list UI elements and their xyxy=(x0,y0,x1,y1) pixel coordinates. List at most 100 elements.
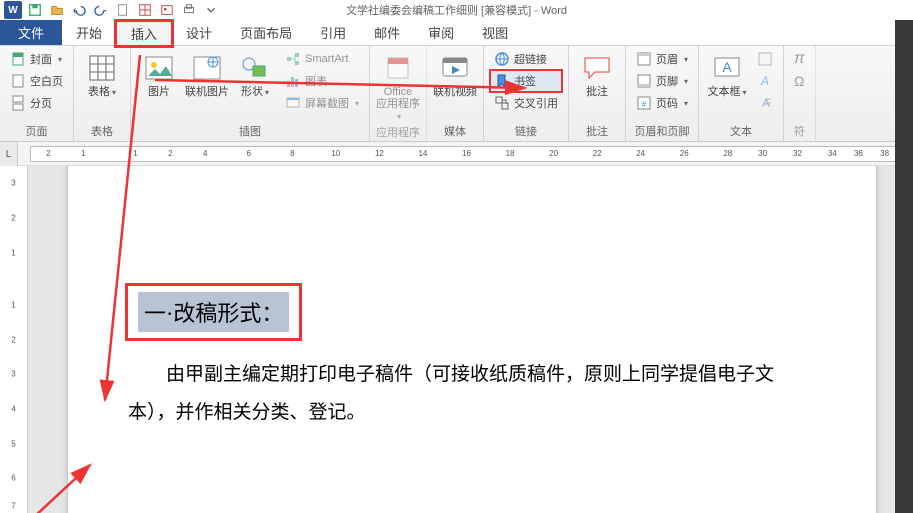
chevron-down-icon: ▾ xyxy=(58,55,62,64)
picture-label: 图片 xyxy=(148,86,170,98)
redo-icon[interactable] xyxy=(92,1,110,19)
shapes-button[interactable]: 形状▾ xyxy=(233,48,277,98)
dropcap-button[interactable]: A xyxy=(753,92,777,114)
footer-button[interactable]: 页脚▾ xyxy=(632,70,692,92)
group-tables: 表格▾ 表格 xyxy=(74,46,131,141)
screenshot-icon xyxy=(285,95,301,111)
group-links-label: 链接 xyxy=(490,121,562,139)
group-symbols: π Ω 符 xyxy=(784,46,816,141)
group-headerfooter-label: 页眉和页脚 xyxy=(632,121,692,139)
online-picture-icon xyxy=(191,52,223,84)
office-apps-button[interactable]: Office应用程序▾ xyxy=(376,48,420,122)
hruler-scale: 2 1 1 2 4 6 8 10 12 14 16 18 20 22 24 26… xyxy=(30,146,903,162)
online-video-icon xyxy=(439,52,471,84)
textbox-button[interactable]: A文本框▾ xyxy=(705,48,749,98)
picture-button[interactable]: 图片 xyxy=(137,48,181,98)
tab-file[interactable]: 文件 xyxy=(0,20,62,45)
svg-text:A: A xyxy=(722,59,732,75)
wordart-icon: A xyxy=(757,73,773,89)
ruler-vertical[interactable]: 3 2 1 1 2 3 4 5 6 7 xyxy=(0,166,28,513)
group-pages-label: 页面 xyxy=(6,121,67,139)
bookmark-icon xyxy=(494,73,510,89)
equation-button[interactable]: π xyxy=(790,48,809,70)
page-break-button[interactable]: 分页 xyxy=(6,92,67,114)
cover-page-label: 封面 xyxy=(30,51,52,67)
symbol-button[interactable]: Ω xyxy=(790,70,809,92)
vertical-scrollbar[interactable] xyxy=(895,20,913,513)
print-preview-icon[interactable] xyxy=(180,1,198,19)
group-comments: 批注 批注 xyxy=(569,46,626,141)
equation-icon: π xyxy=(794,50,805,68)
cover-page-button[interactable]: 封面 ▾ xyxy=(6,48,67,70)
smartart-icon xyxy=(285,51,301,67)
group-text-label: 文本 xyxy=(705,121,777,139)
tab-review[interactable]: 审阅 xyxy=(414,20,468,45)
ribbon: 封面 ▾ 空白页 分页 页面 表格▾ 表格 图片 联机图片 形状▾ SmartAr… xyxy=(0,46,913,142)
online-picture-button[interactable]: 联机图片 xyxy=(185,48,229,98)
online-video-button[interactable]: 联机视频 xyxy=(433,48,477,98)
picture-qat-icon[interactable] xyxy=(158,1,176,19)
table-large-icon xyxy=(86,52,118,84)
page-scroll-area[interactable]: 一·改稿形式： 由甲副主编定期打印电子稿件（可接收纸质稿件，原则上同学提倡电子文… xyxy=(28,166,913,513)
tab-layout[interactable]: 页面布局 xyxy=(226,20,306,45)
save-icon[interactable] xyxy=(26,1,44,19)
smartart-label: SmartArt xyxy=(305,53,348,65)
screenshot-button[interactable]: 屏幕截图▾ xyxy=(281,92,363,114)
new-doc-icon[interactable] xyxy=(114,1,132,19)
tab-design[interactable]: 设计 xyxy=(172,20,226,45)
chevron-down-icon: ▾ xyxy=(684,55,688,64)
word-app-icon[interactable]: W xyxy=(4,1,22,19)
office-apps-label: Office应用程序▾ xyxy=(376,86,420,122)
group-pages: 封面 ▾ 空白页 分页 页面 xyxy=(0,46,74,141)
document-page[interactable]: 一·改稿形式： 由甲副主编定期打印电子稿件（可接收纸质稿件，原则上同学提倡电子文… xyxy=(68,166,876,513)
comment-button[interactable]: 批注 xyxy=(575,48,619,98)
qat-customize-icon[interactable] xyxy=(202,1,220,19)
open-icon[interactable] xyxy=(48,1,66,19)
wordart-button[interactable]: A xyxy=(753,70,777,92)
tab-references[interactable]: 引用 xyxy=(306,20,360,45)
crossref-icon xyxy=(494,95,510,111)
chevron-down-icon: ▾ xyxy=(684,77,688,86)
bookmark-button[interactable]: 书签 xyxy=(490,70,562,92)
tab-home[interactable]: 开始 xyxy=(62,20,116,45)
group-illustrations: 图片 联机图片 形状▾ SmartArt 图表 屏幕截图▾ 插图 xyxy=(131,46,370,141)
tab-insert[interactable]: 插入 xyxy=(116,21,172,46)
table-icon[interactable] xyxy=(136,1,154,19)
quick-parts-button[interactable] xyxy=(753,48,777,70)
blank-page-button[interactable]: 空白页 xyxy=(6,70,67,92)
comment-label: 批注 xyxy=(586,86,608,98)
group-tables-label: 表格 xyxy=(80,121,124,139)
hyperlink-icon xyxy=(494,51,510,67)
document-area: 3 2 1 1 2 3 4 5 6 7 一·改稿形式： 由甲副主编定期打印电子稿… xyxy=(0,166,913,513)
crossref-button[interactable]: 交叉引用 xyxy=(490,92,562,114)
cover-page-icon xyxy=(10,51,26,67)
table-button[interactable]: 表格▾ xyxy=(80,48,124,98)
doc-heading[interactable]: 一·改稿形式： xyxy=(138,292,289,332)
ruler-corner[interactable]: L xyxy=(0,142,18,166)
undo-icon[interactable] xyxy=(70,1,88,19)
smartart-button[interactable]: SmartArt xyxy=(281,48,363,70)
ruler-horizontal[interactable]: L 2 1 1 2 4 6 8 10 12 14 16 18 20 22 24 … xyxy=(0,142,913,166)
comment-icon xyxy=(581,52,613,84)
textbox-icon: A xyxy=(711,52,743,84)
svg-text:A: A xyxy=(760,74,769,88)
title-bar: W 文学社编委会编稿工作细则 [兼容模式] - Word xyxy=(0,0,913,20)
dropcap-icon: A xyxy=(757,95,773,111)
group-links: 超链接 书签 交叉引用 链接 xyxy=(484,46,569,141)
hyperlink-button[interactable]: 超链接 xyxy=(490,48,562,70)
tab-mailings[interactable]: 邮件 xyxy=(360,20,414,45)
svg-text:#: # xyxy=(642,100,647,109)
chart-button[interactable]: 图表 xyxy=(281,70,363,92)
group-symbols-label: 符 xyxy=(790,121,809,139)
page-number-button[interactable]: #页码▾ xyxy=(632,92,692,114)
online-picture-label: 联机图片 xyxy=(185,86,229,98)
quick-parts-icon xyxy=(757,51,773,67)
page-break-label: 分页 xyxy=(30,95,52,111)
group-comments-label: 批注 xyxy=(575,121,619,139)
header-button[interactable]: 页眉▾ xyxy=(632,48,692,70)
hyperlink-label: 超链接 xyxy=(514,51,547,67)
tab-view[interactable]: 视图 xyxy=(468,20,522,45)
chevron-down-icon: ▾ xyxy=(112,88,116,97)
doc-paragraph[interactable]: 由甲副主编定期打印电子稿件（可接收纸质稿件，原则上同学提倡电子文本），并作相关分… xyxy=(128,356,816,432)
group-media: 联机视频 媒体 xyxy=(427,46,484,141)
